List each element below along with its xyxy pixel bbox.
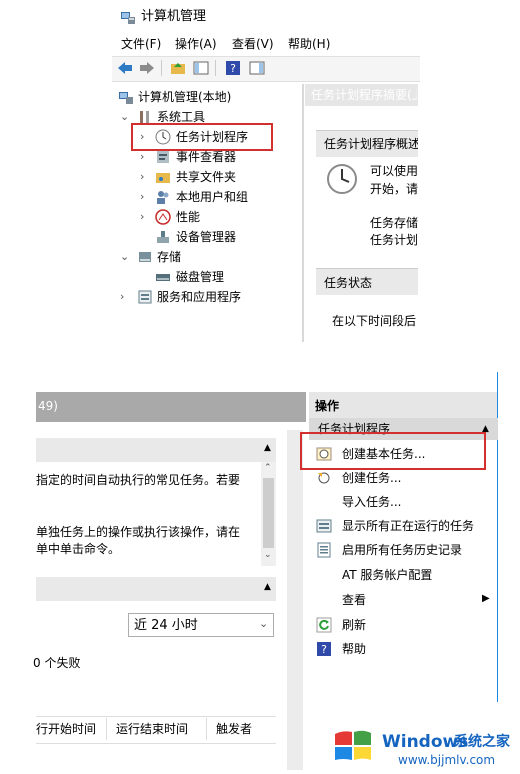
computer-management-icon bbox=[120, 9, 136, 25]
show-action-pane-icon[interactable] bbox=[249, 60, 265, 76]
overview-title: 任务计划程序概述 bbox=[324, 137, 418, 151]
menu-file[interactable]: 文件(F) bbox=[121, 36, 161, 52]
tree-shared-folders[interactable]: 共享文件夹 bbox=[176, 169, 236, 185]
chevron-right-icon[interactable]: › bbox=[140, 149, 144, 165]
status-line: 在以下时间段后 bbox=[332, 314, 417, 328]
performance-icon bbox=[155, 209, 171, 225]
tree-root[interactable]: 计算机管理(本地) bbox=[138, 89, 231, 105]
scrollbar-thumb[interactable] bbox=[263, 478, 274, 548]
window-title: 计算机管理 bbox=[141, 9, 207, 24]
show-hide-tree-icon[interactable] bbox=[193, 60, 209, 76]
storage-icon bbox=[137, 249, 153, 265]
action-show-running[interactable]: 显示所有正在运行的任务 bbox=[342, 518, 474, 534]
event-viewer-icon bbox=[155, 149, 171, 165]
highlight-box bbox=[300, 432, 486, 470]
svg-text:?: ? bbox=[321, 643, 327, 656]
column-header-trigger[interactable]: 触发者 bbox=[216, 721, 252, 737]
tree-performance[interactable]: 性能 bbox=[176, 209, 200, 225]
history-icon bbox=[316, 542, 332, 558]
column-divider[interactable] bbox=[206, 718, 207, 740]
column-divider[interactable] bbox=[106, 718, 107, 740]
highlight-box bbox=[131, 123, 273, 151]
help-icon[interactable]: ? bbox=[225, 60, 241, 76]
forward-arrow-icon[interactable] bbox=[139, 60, 155, 76]
action-create-task[interactable]: 创建任务... bbox=[342, 470, 401, 486]
svg-text:?: ? bbox=[230, 62, 236, 75]
device-manager-icon bbox=[155, 229, 171, 245]
collapse-arrow-icon[interactable]: ▲ bbox=[264, 582, 271, 592]
description-line1: 指定的时间自动执行的常见任务。若要 bbox=[36, 473, 241, 487]
toolbar-separator bbox=[161, 60, 162, 76]
action-view[interactable]: 查看 bbox=[342, 592, 366, 608]
overview-line3: 任务存储 bbox=[370, 216, 419, 230]
scroll-up-icon[interactable]: ⌃ bbox=[264, 463, 272, 473]
create-task-icon bbox=[316, 470, 332, 486]
toolbar-separator bbox=[215, 60, 216, 76]
chevron-down-icon[interactable]: ⌄ bbox=[259, 617, 268, 630]
column-header-start[interactable]: 行开始时间 bbox=[36, 721, 96, 737]
content-header-fragment: 49) bbox=[38, 399, 58, 413]
collapse-arrow-icon[interactable]: ▲ bbox=[264, 443, 271, 453]
toolbar bbox=[112, 56, 420, 82]
chevron-right-icon[interactable]: › bbox=[140, 209, 144, 225]
submenu-arrow-icon[interactable]: ▶ bbox=[482, 593, 490, 604]
chevron-right-icon[interactable]: › bbox=[140, 189, 144, 205]
chevron-down-icon[interactable]: ⌄ bbox=[120, 249, 129, 265]
scrollbar[interactable] bbox=[287, 430, 303, 770]
shared-folder-icon bbox=[155, 169, 171, 185]
overview-section-bar[interactable] bbox=[36, 438, 276, 462]
action-enable-history[interactable]: 启用所有任务历史记录 bbox=[342, 542, 462, 558]
column-header-end[interactable]: 运行结束时间 bbox=[116, 721, 188, 737]
tree-event-viewer[interactable]: 事件查看器 bbox=[176, 149, 236, 165]
pane-divider[interactable] bbox=[302, 84, 304, 342]
disk-icon bbox=[155, 269, 171, 285]
content-header: 任务计划程序摘要(上 bbox=[311, 88, 417, 102]
help-icon: ? bbox=[316, 641, 332, 657]
content-header-bar bbox=[36, 392, 306, 422]
overview-line2: 开始，请 bbox=[370, 182, 419, 196]
tree-device-manager[interactable]: 设备管理器 bbox=[176, 229, 236, 245]
watermark-site-name: 系统之家 bbox=[454, 734, 510, 750]
users-icon bbox=[155, 189, 171, 205]
windows-logo-icon bbox=[333, 726, 373, 766]
watermark-url: www.bjjmlv.com bbox=[398, 753, 496, 767]
tree-services-apps[interactable]: 服务和应用程序 bbox=[157, 289, 241, 305]
time-range-value: 近 24 小时 bbox=[134, 618, 198, 633]
back-arrow-icon[interactable] bbox=[117, 60, 133, 76]
overview-line1: 可以使用 bbox=[370, 164, 419, 178]
clock-icon bbox=[326, 163, 358, 195]
action-import-task[interactable]: 导入任务... bbox=[342, 494, 401, 510]
action-refresh[interactable]: 刷新 bbox=[342, 617, 366, 633]
action-help[interactable]: 帮助 bbox=[342, 641, 366, 657]
running-tasks-icon bbox=[316, 518, 332, 534]
actions-title: 操作 bbox=[315, 399, 340, 413]
refresh-icon bbox=[316, 617, 332, 633]
status-title: 任务状态 bbox=[324, 276, 373, 290]
overview-line4: 任务计划 bbox=[370, 233, 419, 247]
tree-storage[interactable]: 存储 bbox=[157, 249, 181, 265]
chevron-right-icon[interactable]: › bbox=[140, 169, 144, 185]
menu-action[interactable]: 操作(A) bbox=[175, 36, 217, 52]
services-icon bbox=[137, 289, 153, 305]
chevron-right-icon[interactable]: › bbox=[120, 289, 124, 305]
status-section-bar[interactable] bbox=[36, 577, 276, 601]
tree-local-users[interactable]: 本地用户和组 bbox=[176, 189, 248, 205]
up-folder-icon[interactable] bbox=[170, 60, 186, 76]
menu-help[interactable]: 帮助(H) bbox=[288, 36, 330, 52]
chevron-down-icon[interactable]: ⌄ bbox=[120, 109, 129, 125]
fail-count: 0 个失败 bbox=[33, 656, 81, 670]
menu-view[interactable]: 查看(V) bbox=[232, 36, 274, 52]
action-at-service[interactable]: AT 服务帐户配置 bbox=[342, 567, 432, 583]
computer-management-icon bbox=[118, 89, 134, 105]
description-line2: 单独任务上的操作或执行该操作，请在 bbox=[36, 525, 241, 539]
tree-disk-management[interactable]: 磁盘管理 bbox=[176, 269, 224, 285]
description-line3: 单中单击命令。 bbox=[36, 542, 121, 556]
scroll-down-icon[interactable]: ⌄ bbox=[264, 550, 272, 560]
